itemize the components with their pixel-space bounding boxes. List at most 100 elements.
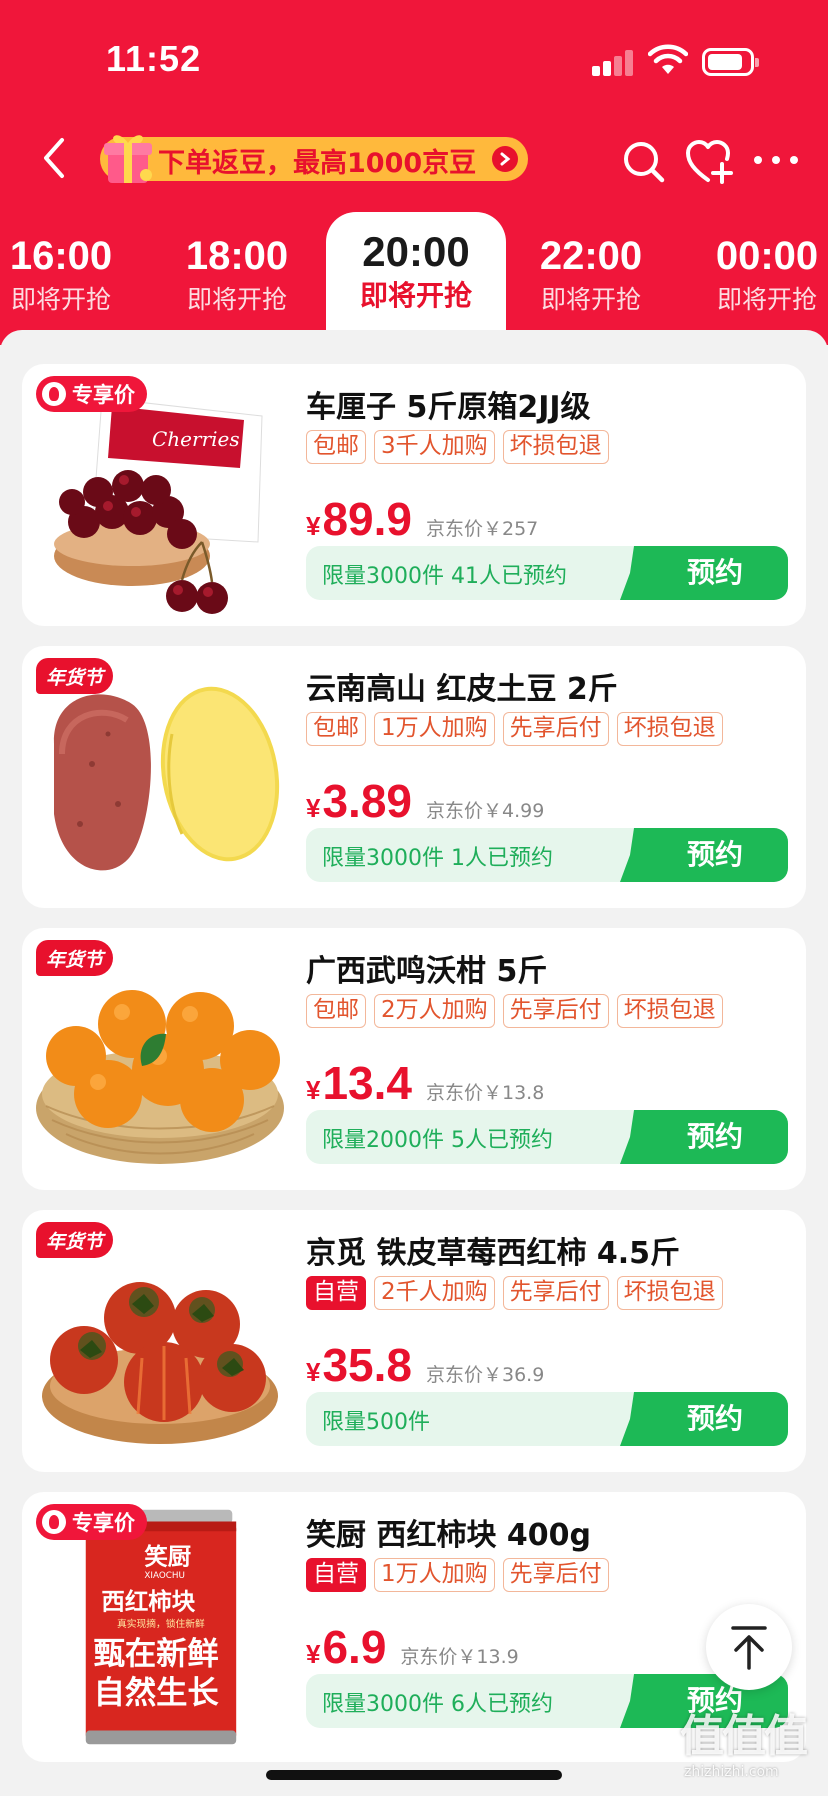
product-tags: 自营 2千人加购 先享后付 坏损包退 [306,1276,723,1310]
search-icon [624,142,665,183]
battery-icon [702,48,759,76]
tab-2000[interactable]: 20:00 即将开抢 [341,228,491,318]
watermark-url: zhizhizhi.com [684,1764,779,1780]
product-tag: 先享后付 [502,712,609,746]
status-bar: 11:52 [0,0,828,120]
product-tag: 坏损包退 [616,712,723,746]
tab-status: 即将开抢 [359,279,472,312]
tab-time: 16:00 [9,234,113,278]
reserve-button[interactable]: 预约 [620,546,788,600]
jd-reference-price: 京东价￥36.9 [426,1364,545,1386]
price-tag-icon [42,1510,66,1534]
jd-reference-price: 京东价￥13.9 [400,1646,519,1668]
tab-2200[interactable]: 22:00 即将开抢 [516,232,666,322]
self-operated-tag: 自营 [306,1558,366,1592]
product-title: 云南高山 红皮土豆 2斤 [306,672,618,707]
tab-status: 即将开抢 [186,285,287,314]
stock-limit-text: 限量2000件 5人已预约 [322,1128,553,1153]
price-row: ¥ 6.9 京东价￥13.9 [306,1620,519,1673]
price-row: ¥ 3.89 京东价￥4.99 [306,774,545,827]
product-title: 车厘子 5斤原箱2JJ级 [306,390,591,425]
promo-text: 下单返豆，最高1000京豆 [158,148,477,179]
sale-price: 35.8 [322,1339,412,1391]
sale-price: 3.89 [322,775,412,827]
tab-status: 即将开抢 [716,285,817,314]
cherry-box-text: Cherries [152,427,240,451]
cellular-signal-icon [592,48,636,76]
jd-reference-price: 京东价￥4.99 [426,800,545,822]
stock-limit-text: 限量500件 [322,1410,430,1435]
tab-status: 即将开抢 [10,285,111,314]
product-card[interactable]: 年货节 京觅 铁皮草莓西红柿 4.5斤 自营 2千人加购 先享后付 坏损包退 ¥… [22,1210,806,1472]
back-to-top-button[interactable] [706,1604,792,1690]
search-button[interactable] [620,138,668,186]
reserve-bar: 限量3000件 41人已预约 预约 [306,546,788,600]
product-tag: 先享后付 [502,994,609,1028]
reserve-button[interactable]: 预约 [620,1392,788,1446]
reserve-bar: 限量2000件 5人已预约 预约 [306,1110,788,1164]
product-card[interactable]: 年货节 云南高山 红皮土豆 2斤 包邮 1万人加购 先享后付 坏损包退 ¥ 3.… [22,646,806,908]
new-year-festival-badge: 年货节 [36,940,114,976]
jd-reference-price: 京东价￥257 [426,518,539,540]
product-tag: 包邮 [306,712,366,746]
watermark: 值值值 zhizhizhi.com [680,1700,820,1790]
can-tagline: 真实现摘，锁住新鲜 [117,1617,205,1630]
product-tag: 坏损包退 [616,1276,723,1310]
can-product-name: 西红柿块 [101,1587,195,1615]
product-tag: 2千人加购 [374,1276,495,1310]
product-tag: 坏损包退 [616,994,723,1028]
stock-limit-text: 限量3000件 1人已预约 [322,846,553,871]
reserve-bar: 限量500件 预约 [306,1392,788,1446]
wifi-icon [648,44,688,74]
product-card[interactable]: 年货节 广西武鸣沃柑 5斤 包邮 2万人加购 先享后付 坏损包退 ¥ 13.4 … [22,928,806,1190]
currency-symbol: ¥ [306,1639,321,1669]
watermark-logo: 值值值 [680,1711,808,1762]
tab-time: 18:00 [185,234,289,278]
status-time: 11:52 [106,38,202,79]
sale-price: 13.4 [322,1057,412,1109]
product-tag: 先享后付 [502,1276,609,1310]
stock-limit-text: 限量3000件 6人已预约 [322,1692,553,1717]
currency-symbol: ¥ [306,793,321,823]
product-title: 笑厨 西红柿块 400g [306,1518,591,1553]
jd-reference-price: 京东价￥13.8 [426,1082,545,1104]
currency-symbol: ¥ [306,1075,321,1105]
exclusive-price-badge: 专享价 [36,1504,147,1540]
back-button[interactable] [36,136,76,180]
tab-status: 即将开抢 [540,285,641,314]
product-tag: 包邮 [306,994,366,1028]
tab-0000[interactable]: 00:00 即将开抢 [692,232,828,322]
tab-1800[interactable]: 18:00 即将开抢 [162,232,312,322]
sale-price: 89.9 [322,493,412,545]
chevron-right-icon [492,146,518,172]
product-tag: 2万人加购 [374,994,495,1028]
can-slogan-2: 自然生长 [94,1674,220,1711]
home-indicator [266,1770,562,1780]
currency-symbol: ¥ [306,1357,321,1387]
can-slogan-1: 甄在新鲜 [94,1636,219,1672]
product-card[interactable]: Cherries 专享价 车厘子 5斤原箱2JJ级 包邮 3千人加购 坏损包退 … [22,364,806,626]
product-tag: 3千人加购 [374,430,495,464]
price-row: ¥ 35.8 京东价￥36.9 [306,1338,545,1391]
heart-plus-icon [686,140,733,184]
reserve-bar: 限量3000件 1人已预约 预约 [306,828,788,882]
product-tag: 包邮 [306,430,366,464]
chevron-left-icon [44,138,64,178]
tab-1600[interactable]: 16:00 即将开抢 [0,232,136,322]
product-tags: 包邮 3千人加购 坏损包退 [306,430,609,464]
product-tags: 包邮 2万人加购 先享后付 坏损包退 [306,994,723,1028]
more-dot-icon [754,156,762,164]
more-menu-button[interactable] [752,150,800,170]
product-tags: 自营 1万人加购 先享后付 [306,1558,609,1592]
reserve-button[interactable]: 预约 [620,1110,788,1164]
new-year-festival-badge: 年货节 [36,658,114,694]
more-dot-icon [772,156,780,164]
promo-banner[interactable]: 下单返豆，最高1000京豆 [100,135,528,183]
self-operated-tag: 自营 [306,1276,366,1310]
follow-button[interactable] [684,138,734,186]
product-tag: 先享后付 [502,1558,609,1592]
reserve-button[interactable]: 预约 [620,828,788,882]
tab-time: 20:00 [362,228,470,275]
stock-limit-text: 限量3000件 41人已预约 [322,564,567,589]
tab-time: 00:00 [715,234,819,278]
